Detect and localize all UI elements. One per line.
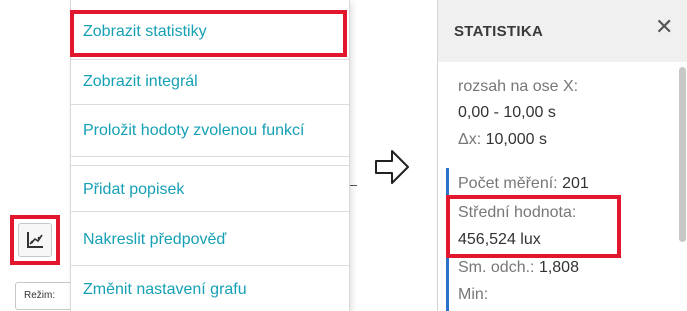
menu-item-label: Proložit hodoty zvolenou funkcí: [83, 122, 305, 139]
menu-item-label: Přidat popisek: [83, 181, 185, 198]
panel-title: STATISTIKA: [454, 23, 544, 40]
panel-scrollbar[interactable]: [679, 67, 686, 242]
sd-label: Sm. odch.:: [458, 259, 535, 276]
min-label: Min:: [458, 286, 489, 303]
highlight-frame-mean: [446, 195, 621, 258]
count-label: Počet měření:: [458, 175, 558, 192]
sd-value: 1,808: [538, 259, 579, 276]
outline-arrow-right-icon: [375, 150, 409, 184]
menu-item-show-integral[interactable]: Zobrazit integrál: [71, 60, 349, 105]
menu-item-draw-prediction[interactable]: Nakreslit předpověď: [71, 212, 349, 266]
range-label: rozsah na ose X:: [458, 78, 579, 95]
menu-item-add-label[interactable]: Přidat popisek: [71, 165, 349, 212]
dx-row: Δx: 10,000 s: [458, 131, 547, 149]
menu-item-label: Nakreslit předpověď: [83, 231, 227, 248]
count-row: Počet měření: 201: [458, 175, 589, 193]
count-value: 201: [562, 175, 589, 192]
highlight-frame-tool: [10, 215, 60, 265]
close-icon[interactable]: ✕: [655, 16, 673, 38]
menu-item-label: Zobrazit integrál: [83, 73, 198, 90]
dx-label: Δx:: [458, 131, 482, 148]
statistics-panel: STATISTIKA ✕ rozsah na ose X: 0,00 - 10,…: [437, 0, 687, 311]
menu-item-graph-settings[interactable]: Změnit nastavení grafu: [71, 266, 349, 311]
sd-row: Sm. odch.: 1,808: [458, 259, 579, 277]
dx-value: 10,000 s: [485, 131, 547, 148]
min-row: Min:: [458, 286, 488, 304]
menu-item-fit-function[interactable]: Proložit hodoty zvolenou funkcí: [71, 105, 349, 157]
range-value: 0,00 - 10,00 s: [458, 104, 556, 121]
panel-header: STATISTIKA ✕: [438, 0, 687, 62]
mode-select-value: Režim:: [24, 290, 56, 301]
highlight-frame-menu: [70, 10, 347, 57]
mode-select[interactable]: Režim:: [15, 282, 75, 310]
menu-item-label: Změnit nastavení grafu: [83, 281, 247, 298]
